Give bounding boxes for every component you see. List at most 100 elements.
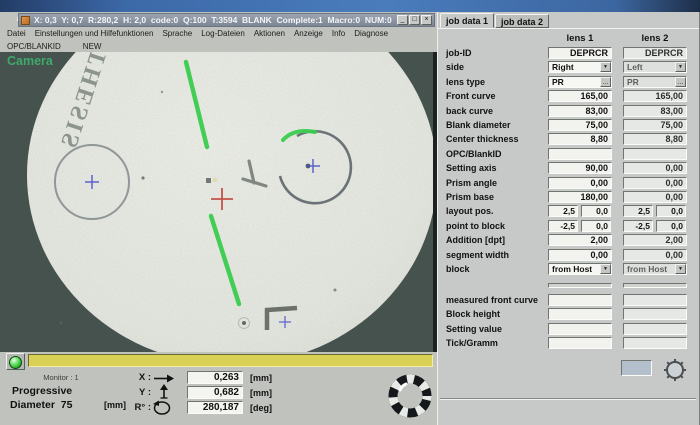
y-value-field[interactable]: 0,682 bbox=[187, 386, 243, 399]
menu-item-anzeige[interactable]: Anzeige bbox=[294, 29, 323, 38]
measured-front-curve-lens1-field[interactable] bbox=[548, 294, 612, 306]
row-label: Setting axis bbox=[446, 163, 497, 173]
point-to-block-lens2-y-field[interactable]: 0,0 bbox=[656, 220, 686, 232]
machine-ui-screen: automatic X: 0,3 Y: 0,7 R:280,2 H: 2,0 c… bbox=[0, 0, 700, 425]
center-thickness-lens2-field[interactable]: 8,80 bbox=[623, 133, 687, 145]
prism-angle-lens2-field[interactable]: 0,00 bbox=[623, 177, 687, 189]
y-unit-label: [mm] bbox=[250, 388, 272, 398]
r-unit-label: [deg] bbox=[250, 403, 272, 413]
lens-type-lens1-field[interactable]: PR ... bbox=[548, 76, 612, 88]
menu-item-einstellungen[interactable]: Einstellungen und Hilfefunktionen bbox=[35, 29, 154, 38]
knob-icon[interactable] bbox=[662, 357, 688, 383]
window-icon bbox=[21, 16, 30, 25]
opc-blankid-lens1-field[interactable] bbox=[548, 148, 612, 160]
chevron-down-icon[interactable]: ▼ bbox=[600, 62, 611, 72]
y-axis-label: Y : bbox=[125, 387, 151, 398]
row-label: Setting value bbox=[446, 324, 502, 334]
prism-angle-lens1-field[interactable]: 0,00 bbox=[548, 177, 612, 189]
tick-gramm-lens1-field[interactable] bbox=[548, 337, 612, 349]
layout-pos-lens2-y-field[interactable]: 0,0 bbox=[656, 205, 686, 217]
menu-item-diagnose[interactable]: Diagnose bbox=[354, 29, 388, 38]
back-curve-lens1-field[interactable]: 83,00 bbox=[548, 105, 612, 117]
maximize-button[interactable]: □ bbox=[409, 15, 420, 25]
tick-gramm-lens2-field[interactable] bbox=[623, 337, 687, 349]
segment-width-lens1-field[interactable]: 0,00 bbox=[548, 249, 612, 261]
row-label: Prism angle bbox=[446, 178, 497, 188]
measured-front-curve-lens2-field[interactable] bbox=[623, 294, 687, 306]
green-led-icon[interactable] bbox=[6, 353, 25, 370]
menu-item-new[interactable]: NEW bbox=[83, 42, 102, 51]
opc-blankid-lens2-field[interactable] bbox=[623, 148, 687, 160]
menu-item-sprache[interactable]: Sprache bbox=[162, 29, 192, 38]
chevron-down-icon[interactable]: ▼ bbox=[675, 62, 686, 72]
menu-item-aktionen[interactable]: Aktionen bbox=[254, 29, 285, 38]
menu-item-log-dateien[interactable]: Log-Dateien bbox=[201, 29, 245, 38]
tab-job-data-2[interactable]: job data 2 bbox=[495, 14, 549, 28]
layout-pos-lens2-x-field[interactable]: 2,5 bbox=[623, 205, 653, 217]
row-setting-value: Setting value bbox=[438, 323, 699, 336]
lens-mode-label: Progressive bbox=[12, 385, 72, 397]
close-button[interactable]: × bbox=[421, 15, 432, 25]
status-indicator-box bbox=[621, 360, 652, 376]
segment-width-lens2-field[interactable]: 0,00 bbox=[623, 249, 687, 261]
row-prism-angle: Prism angle 0,00 0,00 bbox=[438, 177, 699, 190]
block-height-lens1-field[interactable] bbox=[548, 308, 612, 320]
job-id-lens1-field[interactable]: DEPRCR bbox=[548, 47, 612, 59]
prism-base-lens2-field[interactable]: 0,00 bbox=[623, 191, 687, 203]
layout-pos-lens1-x-field[interactable]: 2,5 bbox=[548, 205, 578, 217]
front-curve-lens2-field[interactable]: 165,00 bbox=[623, 90, 687, 102]
layout-pos-lens1-y-field[interactable]: 0,0 bbox=[581, 205, 611, 217]
layout-pos-lens1-fields: 2,5 0,0 bbox=[548, 205, 612, 217]
setting-value-lens2-field[interactable] bbox=[623, 323, 687, 335]
side-lens2-dropdown[interactable]: Left ▼ bbox=[623, 61, 687, 73]
chevron-down-icon[interactable]: ▼ bbox=[675, 264, 686, 274]
point-to-block-lens2-x-field[interactable]: -2,5 bbox=[623, 220, 653, 232]
field-value: PR bbox=[627, 77, 639, 87]
r-value-field[interactable]: 280,187 bbox=[187, 401, 243, 414]
block-height-lens2-field[interactable] bbox=[623, 308, 687, 320]
menu-item-info[interactable]: Info bbox=[332, 29, 345, 38]
blank-diameter-lens1-field[interactable]: 75,00 bbox=[548, 119, 612, 131]
prism-base-lens1-field[interactable]: 180,00 bbox=[548, 191, 612, 203]
job-id-lens2-field[interactable]: DEPRCR bbox=[623, 47, 687, 59]
minimize-button[interactable]: _ bbox=[397, 15, 408, 25]
addition-lens2-field[interactable]: 2,00 bbox=[623, 234, 687, 246]
row-prism-base: Prism base 180,00 0,00 bbox=[438, 191, 699, 204]
dropdown-value: from Host bbox=[552, 264, 592, 274]
monitor-label: Monitor : 1 bbox=[25, 373, 97, 382]
row-label: point to block bbox=[446, 221, 505, 231]
menu-item-opc-blankid[interactable]: OPC/BLANKID bbox=[7, 42, 61, 51]
side-lens1-dropdown[interactable]: Right ▼ bbox=[548, 61, 612, 73]
ellipsis-button[interactable]: ... bbox=[675, 77, 686, 87]
point-to-block-lens1-fields: -2,5 0,0 bbox=[548, 220, 612, 232]
setting-axis-lens1-field[interactable]: 90,00 bbox=[548, 162, 612, 174]
row-job-id: job-ID DEPRCR DEPRCR bbox=[438, 47, 699, 60]
block-lens2-dropdown[interactable]: from Host ▼ bbox=[623, 263, 687, 275]
diameter-label: Diameter 75 bbox=[10, 399, 72, 411]
chevron-down-icon[interactable]: ▼ bbox=[600, 264, 611, 274]
menu-bar: Datei Einstellungen und Hilfefunktionen … bbox=[0, 27, 437, 40]
lens-type-lens2-field[interactable]: PR ... bbox=[623, 76, 687, 88]
center-thickness-lens1-field[interactable]: 8,80 bbox=[548, 133, 612, 145]
row-label: side bbox=[446, 62, 464, 72]
tab-job-data-1[interactable]: job data 1 bbox=[440, 13, 494, 28]
x-value-field[interactable]: 0,263 bbox=[187, 371, 243, 384]
ellipsis-button[interactable]: ... bbox=[600, 77, 611, 87]
point-to-block-lens1-y-field[interactable]: 0,0 bbox=[581, 220, 611, 232]
row-label: Front curve bbox=[446, 91, 496, 101]
row-block: block from Host ▼ from Host ▼ bbox=[438, 263, 699, 276]
row-label: Blank diameter bbox=[446, 120, 511, 130]
point-to-block-lens1-x-field[interactable]: -2,5 bbox=[548, 220, 578, 232]
blank-diameter-lens2-field[interactable]: 75,00 bbox=[623, 119, 687, 131]
row-label: Addition [dpt] bbox=[446, 235, 505, 245]
setting-axis-lens2-field[interactable]: 0,00 bbox=[623, 162, 687, 174]
row-label: Block height bbox=[446, 309, 500, 319]
back-curve-lens2-field[interactable]: 83,00 bbox=[623, 105, 687, 117]
row-point-to-block: point to block -2,5 0,0 -2,5 0,0 bbox=[438, 220, 699, 233]
app-titlebar: automatic bbox=[0, 0, 700, 12]
block-lens1-dropdown[interactable]: from Host ▼ bbox=[548, 263, 612, 275]
addition-lens1-field[interactable]: 2,00 bbox=[548, 234, 612, 246]
front-curve-lens1-field[interactable]: 165,00 bbox=[548, 90, 612, 102]
menu-item-datei[interactable]: Datei bbox=[7, 29, 26, 38]
setting-value-lens1-field[interactable] bbox=[548, 323, 612, 335]
